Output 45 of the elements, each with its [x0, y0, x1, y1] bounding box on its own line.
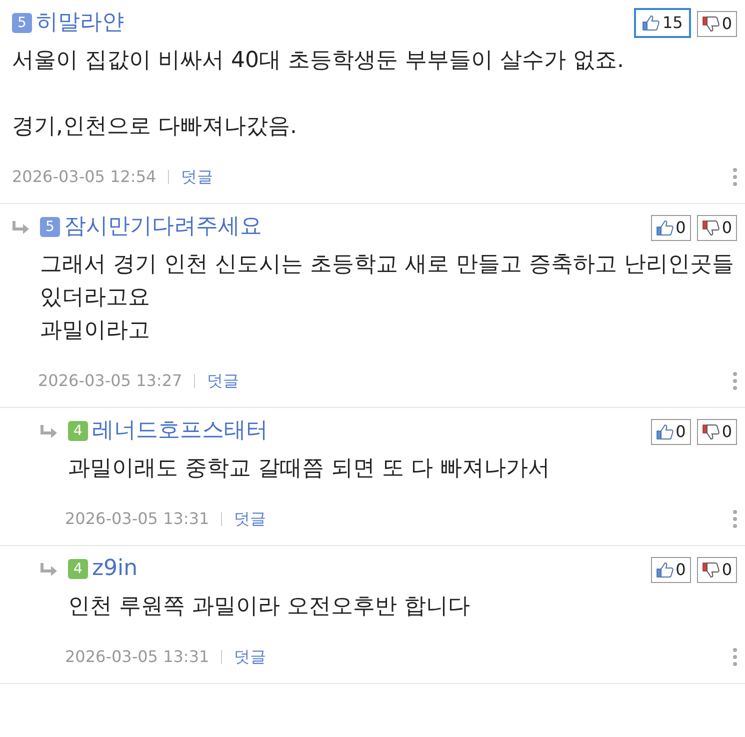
reply-link[interactable]: 덧글	[207, 369, 240, 393]
thumbs-down-icon	[702, 220, 720, 236]
author-name[interactable]: 레너드호프스태터	[92, 416, 268, 446]
author-name[interactable]: 잠시만기다려주세요	[64, 212, 262, 242]
reply-link[interactable]: 덧글	[234, 645, 266, 669]
more-options-icon[interactable]	[733, 168, 737, 186]
comment-text: 서울이 집값이 비싸서 40대 초등학생둔 부부들이 살수가 없죠.	[12, 47, 625, 75]
like-button[interactable]: 15	[634, 8, 691, 38]
thumbs-down-icon	[702, 16, 720, 32]
comment-text: 과밀이라고	[40, 317, 151, 345]
comment-date: 2026-03-05 12:54	[12, 166, 156, 188]
dislike-button[interactable]: 0	[696, 557, 737, 583]
comment-date: 2026-03-05 13:31	[65, 508, 210, 530]
thumbs-up-icon	[656, 562, 674, 578]
thumbs-down-icon	[702, 562, 720, 578]
comment-date: 2026-03-05 13:27	[38, 370, 182, 392]
comment-date: 2026-03-05 13:31	[65, 646, 210, 668]
like-button[interactable]: 0	[650, 215, 691, 241]
dislike-button[interactable]: 0	[696, 419, 737, 445]
dislike-button[interactable]: 0	[696, 11, 737, 37]
level-badge: 4	[68, 559, 88, 579]
dislike-button[interactable]: 0	[696, 215, 737, 241]
more-options-icon[interactable]	[733, 510, 737, 528]
more-options-icon[interactable]	[733, 372, 737, 390]
level-badge: 5	[12, 13, 32, 33]
author-name[interactable]: 히말라얀	[36, 8, 124, 38]
reply-link[interactable]: 덧글	[181, 165, 214, 189]
author-name[interactable]: z9in	[92, 554, 138, 584]
thumbs-up-icon	[656, 424, 674, 440]
like-button[interactable]: 0	[650, 419, 691, 445]
reply-arrow-icon	[12, 221, 30, 235]
like-button[interactable]: 0	[650, 557, 691, 583]
comment-text: 과밀이래도 중학교 갈때쯤 되면 또 다 빠져나가서	[68, 455, 551, 483]
more-options-icon[interactable]	[733, 648, 737, 666]
comment-text: 경기,인천으로 다빠져나갔음.	[12, 113, 298, 141]
thumbs-up-icon	[656, 220, 674, 236]
level-badge: 5	[40, 217, 60, 237]
comment-text: 그래서 경기 인천 신도시는 초등학교 새로 만들고 증축하고 난리인곳들 있더라고요	[40, 251, 735, 312]
reply-arrow-icon	[40, 425, 58, 439]
comment-text: 인천 루원쪽 과밀이라 오전오후반 합니다	[68, 593, 471, 621]
level-badge: 4	[68, 421, 88, 441]
thumbs-up-icon	[642, 15, 660, 31]
reply-link[interactable]: 덧글	[234, 507, 266, 531]
reply-arrow-icon	[40, 563, 58, 577]
thumbs-down-icon	[702, 424, 720, 440]
